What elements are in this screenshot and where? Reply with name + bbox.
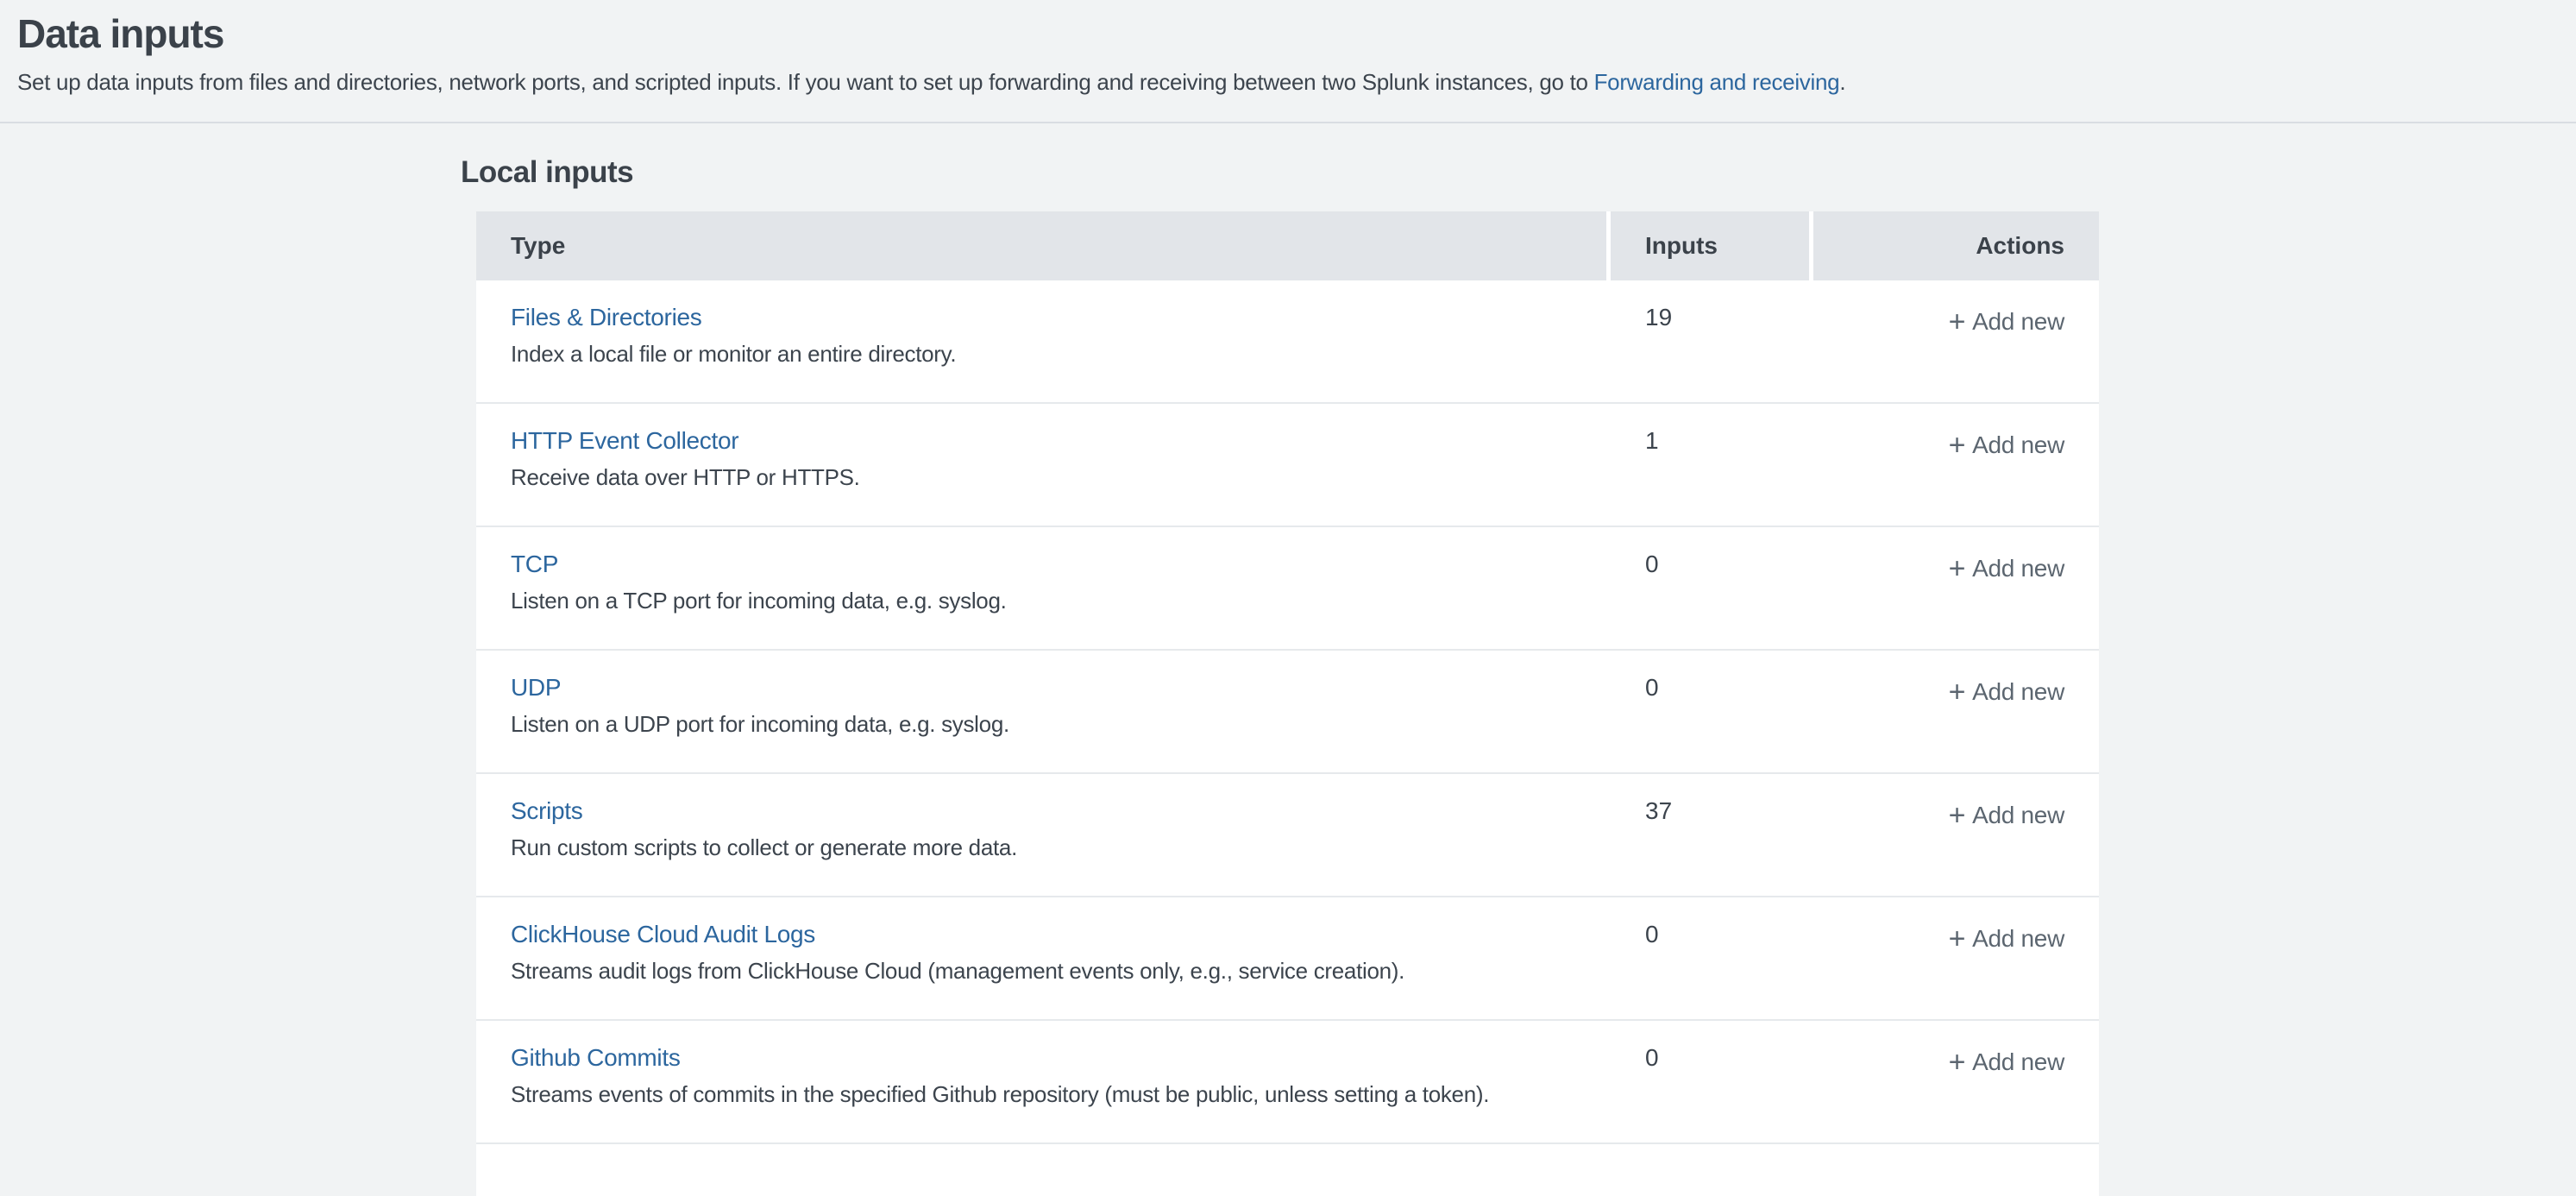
header-divider [0, 122, 2576, 123]
add-new-label: Add new [1972, 925, 2064, 952]
plus-icon: + [1949, 1046, 1966, 1079]
table-header: Type Inputs Actions [476, 211, 2099, 280]
section-heading: Local inputs [461, 155, 633, 190]
actions-cell: +Add new [1813, 897, 2099, 1019]
table-body: Files & Directories Index a local file o… [476, 280, 2099, 1144]
input-type-link[interactable]: HTTP Event Collector [511, 427, 738, 455]
inputs-count: 37 [1611, 774, 1809, 896]
add-new-label: Add new [1972, 431, 2064, 458]
type-cell: Scripts Run custom scripts to collect or… [476, 774, 1606, 896]
input-type-description: Listen on a TCP port for incoming data, … [511, 588, 1606, 614]
add-new-label: Add new [1972, 678, 2064, 705]
add-new-label: Add new [1972, 802, 2064, 828]
page-header: Data inputs Set up data inputs from file… [17, 10, 1845, 96]
input-type-link[interactable]: ClickHouse Cloud Audit Logs [511, 921, 815, 948]
add-new-label: Add new [1972, 308, 2064, 335]
input-type-description: Streams events of commits in the specifi… [511, 1081, 1606, 1108]
subtitle-period: . [1839, 69, 1845, 95]
actions-cell: +Add new [1813, 280, 2099, 402]
type-cell: Github Commits Streams events of commits… [476, 1021, 1606, 1142]
inputs-count: 0 [1611, 1021, 1809, 1142]
actions-cell: +Add new [1813, 404, 2099, 526]
plus-icon: + [1949, 429, 1966, 462]
actions-cell: +Add new [1813, 1021, 2099, 1142]
inputs-count: 1 [1611, 404, 1809, 526]
input-type-description: Run custom scripts to collect or generat… [511, 834, 1606, 861]
inputs-count: 0 [1611, 897, 1809, 1019]
add-new-button[interactable]: +Add new [1949, 802, 2064, 828]
add-new-button[interactable]: +Add new [1949, 678, 2064, 705]
partial-next-row [476, 1144, 2099, 1196]
add-new-button[interactable]: +Add new [1949, 308, 2064, 335]
input-type-description: Index a local file or monitor an entire … [511, 341, 1606, 368]
actions-cell: +Add new [1813, 527, 2099, 649]
table-row: UDP Listen on a UDP port for incoming da… [476, 651, 2099, 774]
input-type-link[interactable]: TCP [511, 551, 558, 578]
column-header-actions: Actions [1813, 211, 2099, 280]
page-title: Data inputs [17, 10, 1845, 57]
local-inputs-table: Type Inputs Actions Files & Directories … [476, 211, 2099, 1196]
inputs-count: 19 [1611, 280, 1809, 402]
table-row: TCP Listen on a TCP port for incoming da… [476, 527, 2099, 651]
table-row: ClickHouse Cloud Audit Logs Streams audi… [476, 897, 2099, 1021]
table-row: HTTP Event Collector Receive data over H… [476, 404, 2099, 527]
input-type-link[interactable]: UDP [511, 674, 561, 702]
forwarding-and-receiving-link[interactable]: Forwarding and receiving [1594, 69, 1840, 95]
inputs-count: 0 [1611, 527, 1809, 649]
plus-icon: + [1949, 799, 1966, 832]
type-cell: UDP Listen on a UDP port for incoming da… [476, 651, 1606, 772]
type-cell: TCP Listen on a TCP port for incoming da… [476, 527, 1606, 649]
input-type-description: Streams audit logs from ClickHouse Cloud… [511, 958, 1606, 985]
column-header-inputs: Inputs [1611, 211, 1809, 280]
type-cell: HTTP Event Collector Receive data over H… [476, 404, 1606, 526]
inputs-count: 0 [1611, 651, 1809, 772]
input-type-description: Listen on a UDP port for incoming data, … [511, 711, 1606, 738]
plus-icon: + [1949, 676, 1966, 708]
plus-icon: + [1949, 305, 1966, 338]
input-type-link[interactable]: Files & Directories [511, 304, 701, 331]
table-row: Scripts Run custom scripts to collect or… [476, 774, 2099, 897]
type-cell: Files & Directories Index a local file o… [476, 280, 1606, 402]
add-new-button[interactable]: +Add new [1949, 925, 2064, 952]
actions-cell: +Add new [1813, 651, 2099, 772]
input-type-link[interactable]: Scripts [511, 797, 582, 825]
plus-icon: + [1949, 922, 1966, 955]
table-row: Files & Directories Index a local file o… [476, 280, 2099, 404]
type-cell: ClickHouse Cloud Audit Logs Streams audi… [476, 897, 1606, 1019]
add-new-button[interactable]: +Add new [1949, 555, 2064, 582]
actions-cell: +Add new [1813, 774, 2099, 896]
page-subtitle: Set up data inputs from files and direct… [17, 69, 1845, 96]
add-new-label: Add new [1972, 555, 2064, 582]
add-new-button[interactable]: +Add new [1949, 431, 2064, 458]
add-new-button[interactable]: +Add new [1949, 1048, 2064, 1075]
column-header-type: Type [476, 211, 1606, 280]
subtitle-text: Set up data inputs from files and direct… [17, 69, 1594, 95]
plus-icon: + [1949, 552, 1966, 585]
input-type-description: Receive data over HTTP or HTTPS. [511, 464, 1606, 491]
add-new-label: Add new [1972, 1048, 2064, 1075]
table-row: Github Commits Streams events of commits… [476, 1021, 2099, 1144]
input-type-link[interactable]: Github Commits [511, 1044, 681, 1072]
